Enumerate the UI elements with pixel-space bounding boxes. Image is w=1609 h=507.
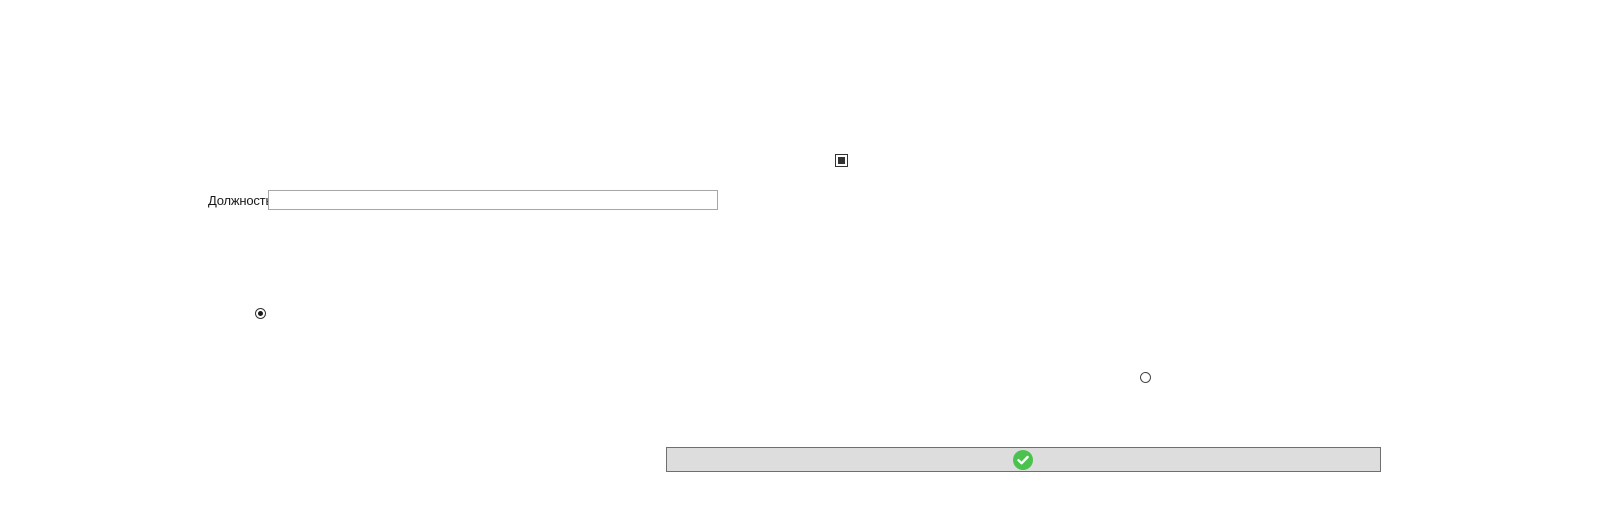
check-circle-icon <box>1013 450 1033 470</box>
position-input[interactable] <box>268 190 718 210</box>
radio-option-1[interactable] <box>255 308 266 319</box>
confirm-button[interactable] <box>666 447 1381 472</box>
checkbox[interactable] <box>835 154 848 167</box>
checkbox-check-mark <box>838 157 845 164</box>
position-label: Должность <box>208 193 273 208</box>
radio-option-2[interactable] <box>1140 372 1151 383</box>
radio-selected-dot <box>258 311 263 316</box>
